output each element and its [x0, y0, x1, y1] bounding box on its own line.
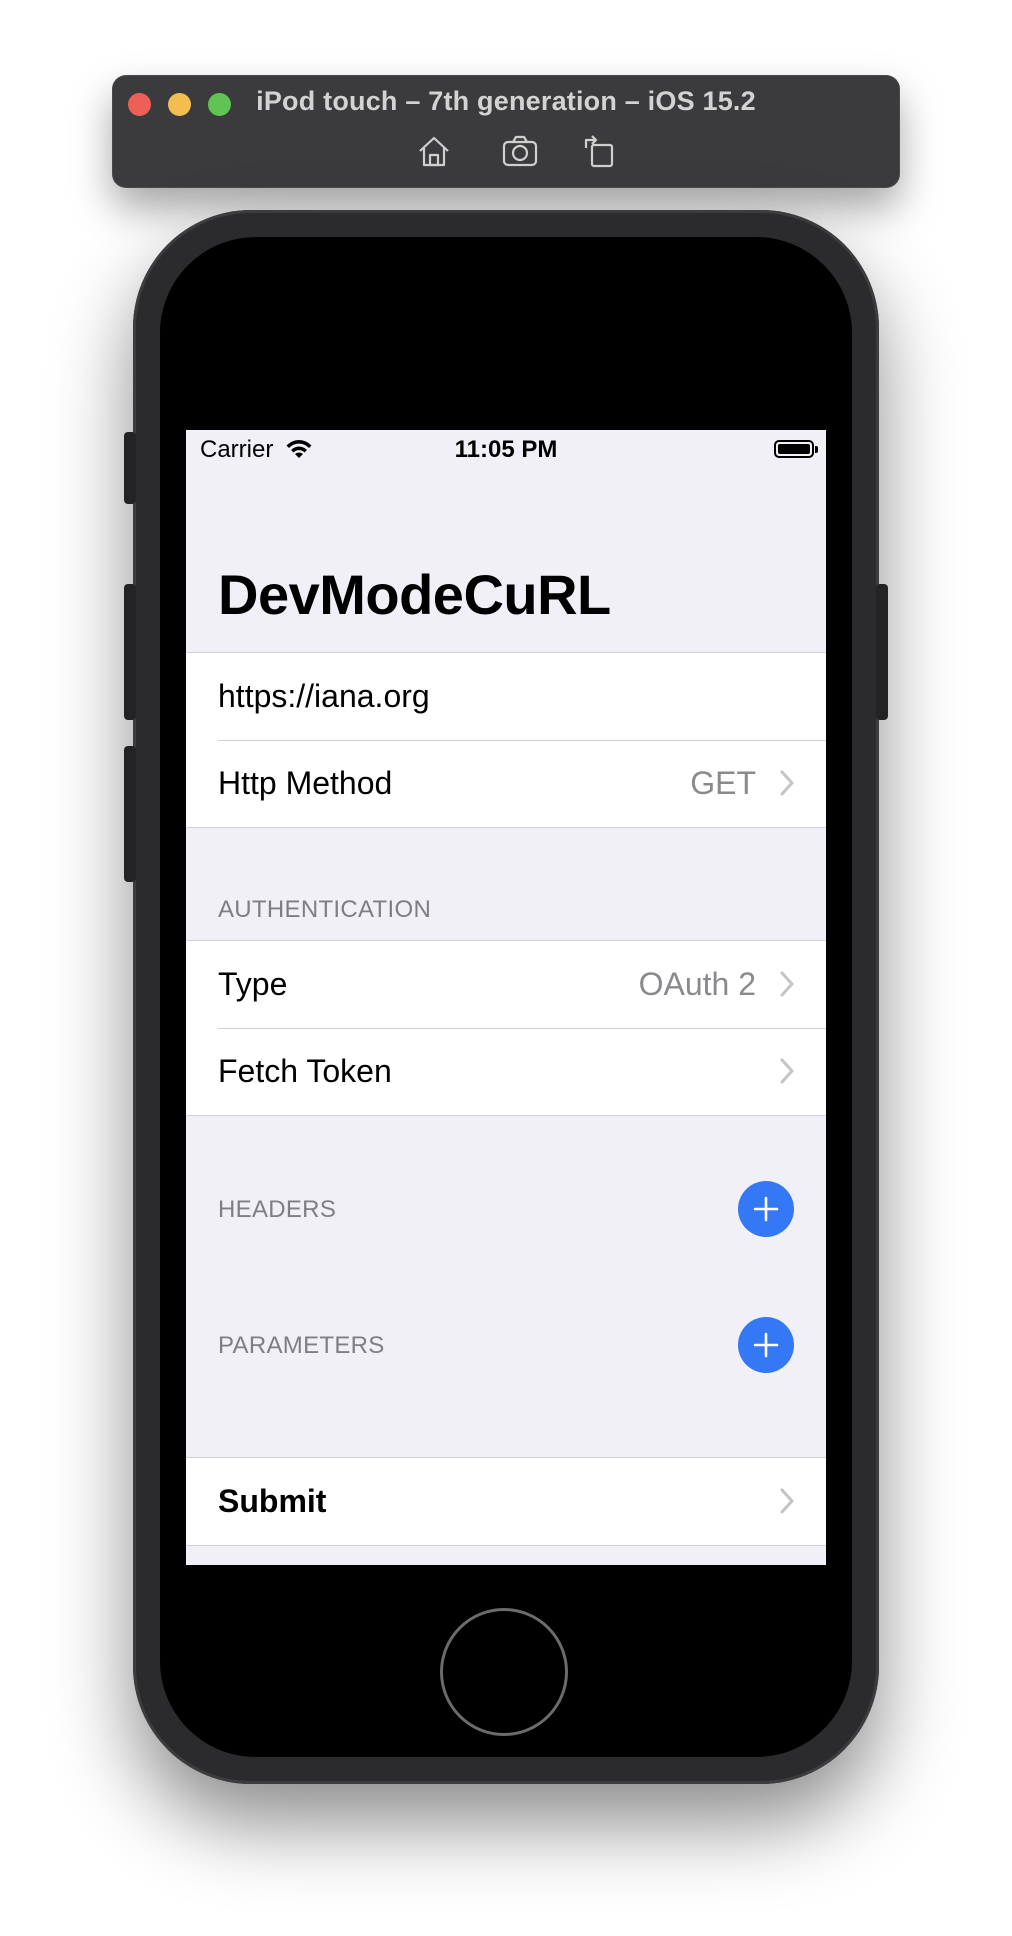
submit-row[interactable]: Submit	[186, 1458, 826, 1545]
auth-type-value: OAuth 2	[638, 966, 756, 1002]
plus-icon	[753, 1332, 779, 1358]
status-bar: Carrier 11:05 PM	[186, 430, 826, 470]
headers-section-header: HEADERS	[218, 1196, 337, 1223]
chevron-right-icon	[780, 1488, 794, 1514]
http-method-label: Http Method	[218, 765, 393, 801]
volume-up-button	[124, 584, 136, 720]
add-parameter-button[interactable]	[738, 1317, 794, 1373]
authentication-section-header: AUTHENTICATION	[218, 896, 432, 923]
volume-down-button	[124, 746, 136, 882]
screenshot-icon[interactable]	[502, 134, 538, 168]
app-screen: Carrier 11:05 PM DevModeCuRL https://ian…	[186, 430, 826, 1565]
url-field[interactable]: https://iana.org	[218, 653, 430, 740]
auth-type-row[interactable]: Type OAuth 2	[186, 941, 826, 1028]
parameters-section-header: PARAMETERS	[218, 1332, 385, 1359]
home-button[interactable]	[440, 1608, 568, 1736]
power-button	[876, 584, 888, 720]
chevron-right-icon	[780, 971, 794, 997]
rotate-icon[interactable]	[582, 134, 618, 168]
auth-type-label: Type	[218, 966, 288, 1002]
add-header-button[interactable]	[738, 1181, 794, 1237]
status-time: 11:05 PM	[454, 436, 558, 463]
battery-icon	[774, 440, 818, 458]
plus-icon	[753, 1196, 779, 1222]
submit-group: Submit	[186, 1457, 826, 1546]
mute-switch	[124, 432, 136, 504]
chevron-right-icon	[780, 770, 794, 796]
home-icon[interactable]	[416, 134, 452, 168]
chevron-right-icon	[780, 1058, 794, 1084]
page-title: DevModeCuRL	[218, 563, 611, 626]
request-group: https://iana.org Http Method GET	[186, 652, 826, 828]
fetch-token-label: Fetch Token	[218, 1053, 392, 1089]
authentication-group: Type OAuth 2 Fetch Token	[186, 940, 826, 1116]
submit-button[interactable]: Submit	[218, 1458, 326, 1545]
http-method-value: GET	[690, 765, 756, 801]
fetch-token-row[interactable]: Fetch Token	[186, 1028, 826, 1115]
simulator-title: iPod touch – 7th generation – iOS 15.2	[256, 86, 756, 116]
http-method-row[interactable]: Http Method GET	[186, 740, 826, 827]
url-field-row[interactable]: https://iana.org	[186, 653, 826, 740]
